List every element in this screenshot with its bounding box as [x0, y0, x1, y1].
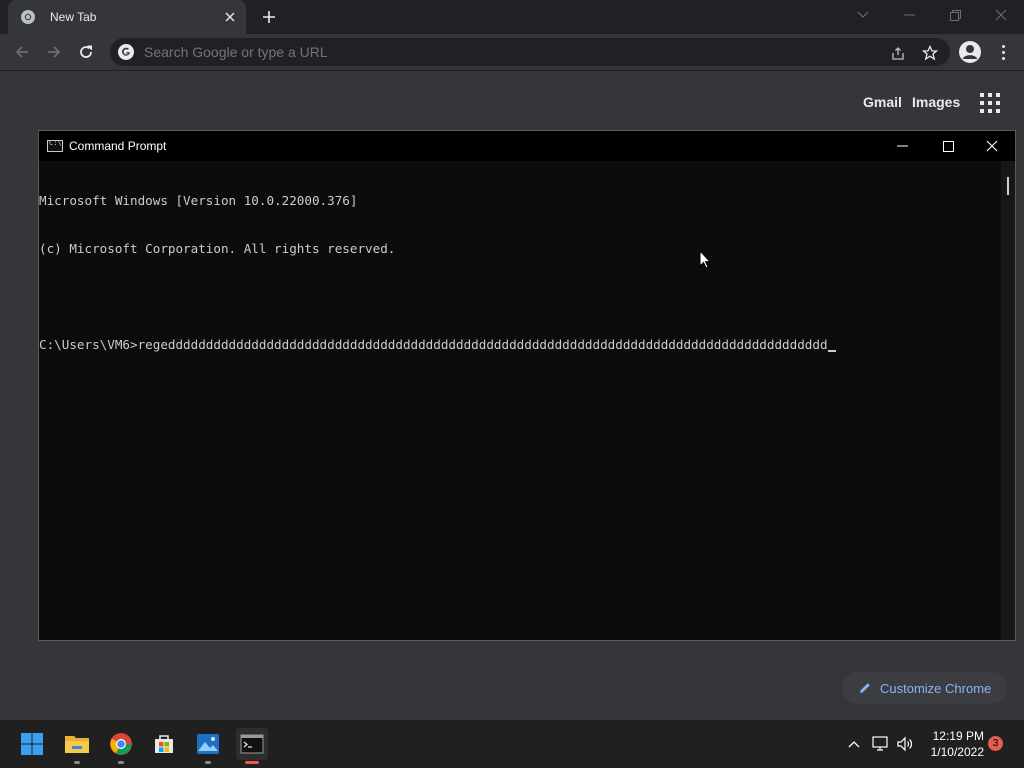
tab-new-tab[interactable]: New Tab: [8, 0, 246, 34]
taskbar-photos[interactable]: [192, 728, 224, 764]
text-cursor: [827, 350, 836, 352]
customize-chrome-label: Customize Chrome: [880, 680, 992, 696]
taskbar-file-explorer[interactable]: [61, 728, 93, 764]
tray-overflow-chevron-up-icon[interactable]: [845, 735, 863, 753]
google-g-icon: [118, 44, 134, 60]
tab-close-icon[interactable]: [220, 7, 240, 27]
browser-restore-button[interactable]: [932, 0, 978, 30]
reload-icon: [80, 45, 92, 58]
chrome-favicon-icon: [21, 10, 35, 24]
reload-button[interactable]: [72, 38, 100, 66]
omnibox-input[interactable]: [142, 43, 866, 61]
bookmark-star-icon[interactable]: [921, 44, 939, 62]
browser-menu-button[interactable]: [996, 40, 1010, 64]
cmd-close-button[interactable]: [969, 131, 1015, 161]
customize-chrome-button[interactable]: Customize Chrome: [842, 672, 1007, 704]
clock-date: 1/10/2022: [930, 745, 984, 759]
arrow-right-icon: [48, 46, 61, 58]
running-indicator: [118, 761, 124, 764]
active-indicator: [245, 761, 259, 764]
cmd-app-icon: [47, 139, 63, 152]
browser-close-button[interactable]: [978, 0, 1024, 30]
browser-toolbar: [0, 34, 1024, 71]
file-explorer-icon: [65, 736, 89, 753]
windows-start-icon: [21, 733, 43, 755]
gmail-link[interactable]: Gmail: [863, 94, 902, 110]
images-link[interactable]: Images: [912, 94, 960, 110]
cmd-title-bar[interactable]: Command Prompt: [39, 131, 1015, 161]
close-icon: [995, 9, 1007, 21]
terminal-icon: [240, 734, 264, 754]
taskbar-clock[interactable]: 12:19 PM 1/10/2022: [920, 728, 984, 760]
notification-badge[interactable]: 3: [988, 736, 1003, 751]
cmd-maximize-button[interactable]: [925, 131, 971, 161]
restore-icon: [949, 9, 961, 21]
cmd-window-title: Command Prompt: [69, 139, 167, 153]
tab-title: New Tab: [50, 10, 97, 24]
console-prompt-line: C:\Users\VM6>regeddddddddddddddddddddddd…: [39, 337, 1001, 353]
mouse-pointer-icon: [699, 250, 711, 269]
command-prompt-window[interactable]: Command Prompt Microsoft Windows [Versio…: [38, 130, 1016, 641]
volume-icon[interactable]: [896, 735, 914, 753]
console-line: (c) Microsoft Corporation. All rights re…: [39, 241, 396, 256]
cmd-scrollbar[interactable]: [1001, 161, 1015, 640]
plus-icon: [263, 11, 275, 23]
photos-icon: [197, 734, 219, 754]
console-line: Microsoft Windows [Version 10.0.22000.37…: [39, 193, 358, 208]
omnibox[interactable]: [110, 38, 950, 66]
minimize-icon: [896, 145, 908, 147]
share-icon[interactable]: [889, 44, 907, 62]
minimize-icon: [903, 14, 915, 16]
running-indicator: [205, 761, 211, 764]
arrow-left-icon: [15, 46, 28, 58]
maximize-icon: [942, 140, 954, 152]
forward-button[interactable]: [40, 38, 68, 66]
tab-search-button[interactable]: [840, 0, 886, 30]
taskbar: [0, 720, 1024, 768]
browser-minimize-button[interactable]: [886, 0, 932, 30]
taskbar-chrome[interactable]: [105, 728, 137, 764]
network-icon[interactable]: [872, 735, 890, 753]
microsoft-store-icon: [155, 735, 173, 753]
back-button[interactable]: [8, 38, 36, 66]
cmd-minimize-button[interactable]: [879, 131, 925, 161]
tab-strip: New Tab: [0, 0, 1024, 34]
chrome-icon: [110, 733, 132, 755]
pencil-icon: [860, 683, 870, 693]
running-indicator: [74, 761, 80, 764]
console-command-text: C:\Users\VM6>regeddddddddddddddddddddddd…: [39, 337, 828, 352]
console-output[interactable]: Microsoft Windows [Version 10.0.22000.37…: [39, 161, 1001, 640]
chevron-down-icon: [857, 11, 869, 18]
cmd-scrollbar-thumb[interactable]: [1007, 177, 1009, 195]
taskbar-microsoft-store[interactable]: [148, 728, 180, 760]
close-icon: [986, 140, 998, 152]
new-tab-button[interactable]: [258, 7, 280, 27]
taskbar-command-prompt[interactable]: [236, 728, 268, 764]
google-apps-icon[interactable]: [980, 93, 1000, 113]
start-button[interactable]: [16, 728, 48, 760]
clock-time: 12:19 PM: [932, 729, 984, 743]
profile-avatar-icon[interactable]: [958, 40, 982, 64]
